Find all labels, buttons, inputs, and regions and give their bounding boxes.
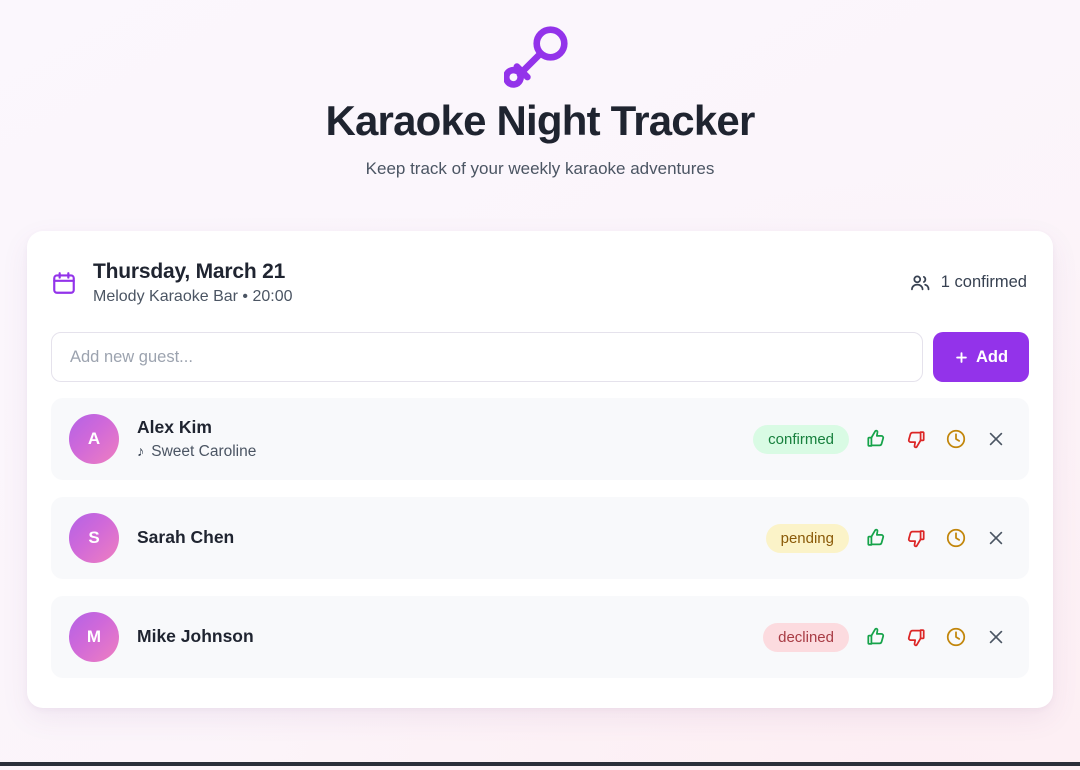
guest-song: ♪ Sweet Caroline: [137, 443, 256, 461]
guest-name: Alex Kim: [137, 417, 212, 438]
set-pending-button[interactable]: [943, 624, 969, 650]
guest-list: A Alex Kim ♪ Sweet Caroline confirmed S Sarah …: [51, 398, 1029, 679]
guest-text-block: Sarah Chen: [137, 527, 234, 549]
guest-identity: A Alex Kim ♪ Sweet Caroline: [69, 414, 256, 465]
event-date: Thursday, March 21: [93, 260, 286, 283]
event-card: Thursday, March 21 Melody Karaoke Bar • …: [27, 231, 1053, 709]
status-badge: declined: [763, 622, 849, 652]
avatar: M: [69, 612, 119, 663]
guest-name: Sarah Chen: [137, 527, 235, 548]
users-icon: [910, 275, 930, 290]
guest-identity: S Sarah Chen: [69, 513, 234, 564]
add-guest-button-label: Add: [975, 347, 1009, 366]
decline-button[interactable]: [903, 525, 929, 551]
guest-row: A Alex Kim ♪ Sweet Caroline confirmed: [51, 398, 1029, 481]
set-pending-button[interactable]: [943, 525, 969, 551]
event-text-block: Thursday, March 21 Melody Karaoke Bar • …: [93, 259, 293, 306]
approve-button[interactable]: [863, 525, 889, 551]
page-subtitle: Keep track of your weekly karaoke advent…: [365, 159, 715, 179]
avatar: A: [69, 414, 119, 465]
guest-actions: confirmed: [753, 424, 1009, 454]
add-guest-button[interactable]: Add: [933, 332, 1029, 383]
add-guest-input[interactable]: [51, 332, 923, 383]
approve-button[interactable]: [863, 624, 889, 650]
confirmed-summary: 1 confirmed: [909, 272, 1027, 294]
app-page: Karaoke Night Tracker Keep track of your…: [0, 0, 1080, 766]
confirmed-count-label: 1 confirmed: [940, 273, 1027, 292]
status-badge: confirmed: [753, 424, 849, 454]
calendar-icon: [53, 271, 75, 294]
guest-text-block: Alex Kim ♪ Sweet Caroline: [137, 417, 256, 461]
guest-identity: M Mike Johnson: [69, 612, 254, 663]
event-venue-time: Melody Karaoke Bar • 20:00: [93, 288, 293, 306]
decline-button[interactable]: [903, 624, 929, 650]
app-header: Karaoke Night Tracker Keep track of your…: [0, 0, 1080, 179]
guest-actions: pending: [765, 523, 1009, 553]
remove-guest-button[interactable]: [983, 624, 1009, 650]
avatar: S: [69, 513, 119, 564]
guest-row: M Mike Johnson declined: [51, 596, 1029, 679]
approve-button[interactable]: [863, 426, 889, 452]
plus-icon: [956, 351, 967, 363]
set-pending-button[interactable]: [943, 426, 969, 452]
microphone-icon: [504, 26, 568, 88]
guest-text-block: Mike Johnson: [137, 626, 254, 648]
event-header: Thursday, March 21 Melody Karaoke Bar • …: [51, 259, 1029, 306]
page-title: Karaoke Night Tracker: [325, 97, 755, 144]
guest-song-title: Sweet Caroline: [151, 443, 257, 461]
decline-button[interactable]: [903, 426, 929, 452]
add-guest-row: Add: [51, 332, 1029, 383]
guest-name: Mike Johnson: [137, 626, 254, 647]
event-info: Thursday, March 21 Melody Karaoke Bar • …: [51, 259, 293, 306]
guest-actions: declined: [763, 622, 1009, 652]
remove-guest-button[interactable]: [983, 525, 1009, 551]
viewport-bottom-edge: [0, 762, 1080, 766]
status-badge: pending: [765, 523, 849, 553]
remove-guest-button[interactable]: [983, 426, 1009, 452]
guest-row: S Sarah Chen pending: [51, 497, 1029, 580]
music-note-icon: ♪: [137, 443, 145, 460]
